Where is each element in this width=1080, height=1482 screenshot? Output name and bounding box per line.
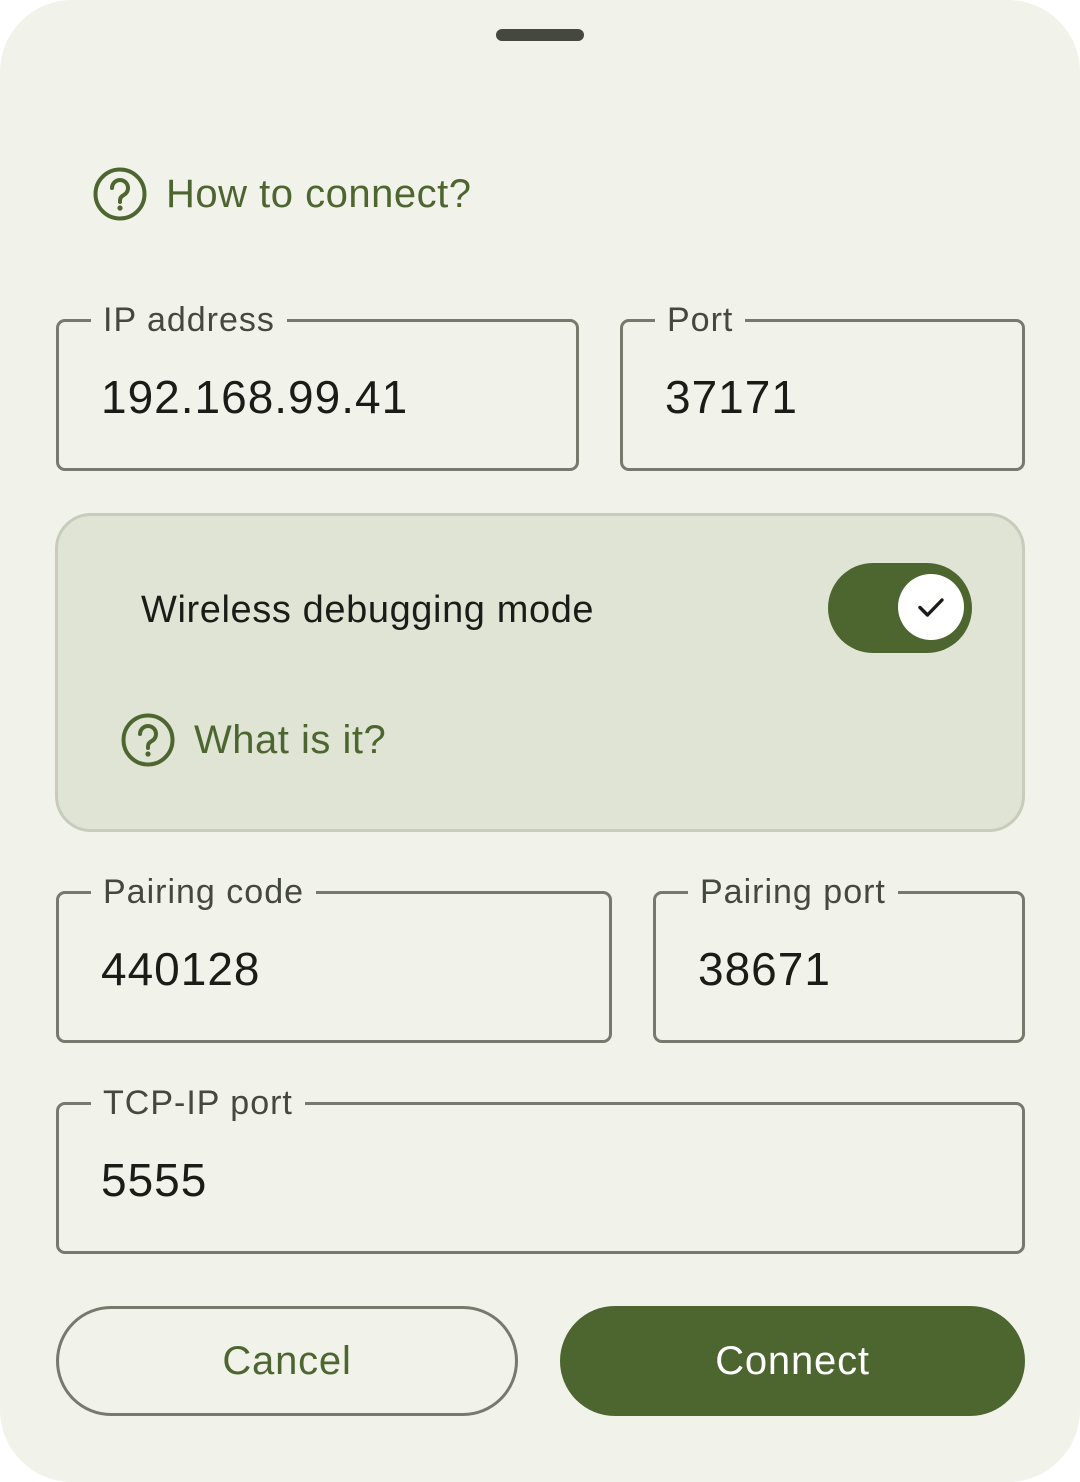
connect-bottom-sheet: How to connect? IP address 192.168.99.41… <box>0 0 1080 1482</box>
pairing-code-label: Pairing code <box>91 872 317 912</box>
help-circle-icon <box>93 167 147 221</box>
what-is-it-label: What is it? <box>194 717 387 762</box>
wireless-debugging-toggle[interactable] <box>828 563 972 653</box>
tcpip-port-label: TCP-IP port <box>91 1083 305 1123</box>
what-is-it-link[interactable]: What is it? <box>120 710 386 770</box>
connect-button[interactable]: Connect <box>560 1306 1025 1416</box>
tcpip-port-value[interactable]: 5555 <box>101 1153 207 1207</box>
ip-address-label: IP address <box>91 300 287 340</box>
toggle-thumb <box>898 574 964 640</box>
pairing-code-field[interactable]: Pairing code 440128 <box>56 872 612 1043</box>
wireless-debugging-label: Wireless debugging mode <box>141 589 595 631</box>
pairing-port-field[interactable]: Pairing port 38671 <box>653 872 1025 1043</box>
wireless-debugging-card: Wireless debugging mode <box>55 513 1025 832</box>
cancel-button[interactable]: Cancel <box>56 1306 518 1416</box>
port-field[interactable]: Port 37171 <box>620 300 1025 471</box>
pairing-port-label: Pairing port <box>688 872 898 912</box>
ip-address-field[interactable]: IP address 192.168.99.41 <box>56 300 579 471</box>
port-label: Port <box>655 300 746 340</box>
tcpip-port-field[interactable]: TCP-IP port 5555 <box>56 1083 1025 1254</box>
pairing-code-value[interactable]: 440128 <box>101 942 261 996</box>
how-to-connect-link[interactable]: How to connect? <box>92 164 471 224</box>
pairing-port-value[interactable]: 38671 <box>698 942 831 996</box>
drag-handle[interactable] <box>496 29 584 41</box>
ip-address-value[interactable]: 192.168.99.41 <box>101 370 408 424</box>
check-icon <box>918 598 944 617</box>
how-to-connect-label: How to connect? <box>166 171 472 216</box>
help-circle-icon <box>121 713 175 767</box>
port-value[interactable]: 37171 <box>665 370 798 424</box>
